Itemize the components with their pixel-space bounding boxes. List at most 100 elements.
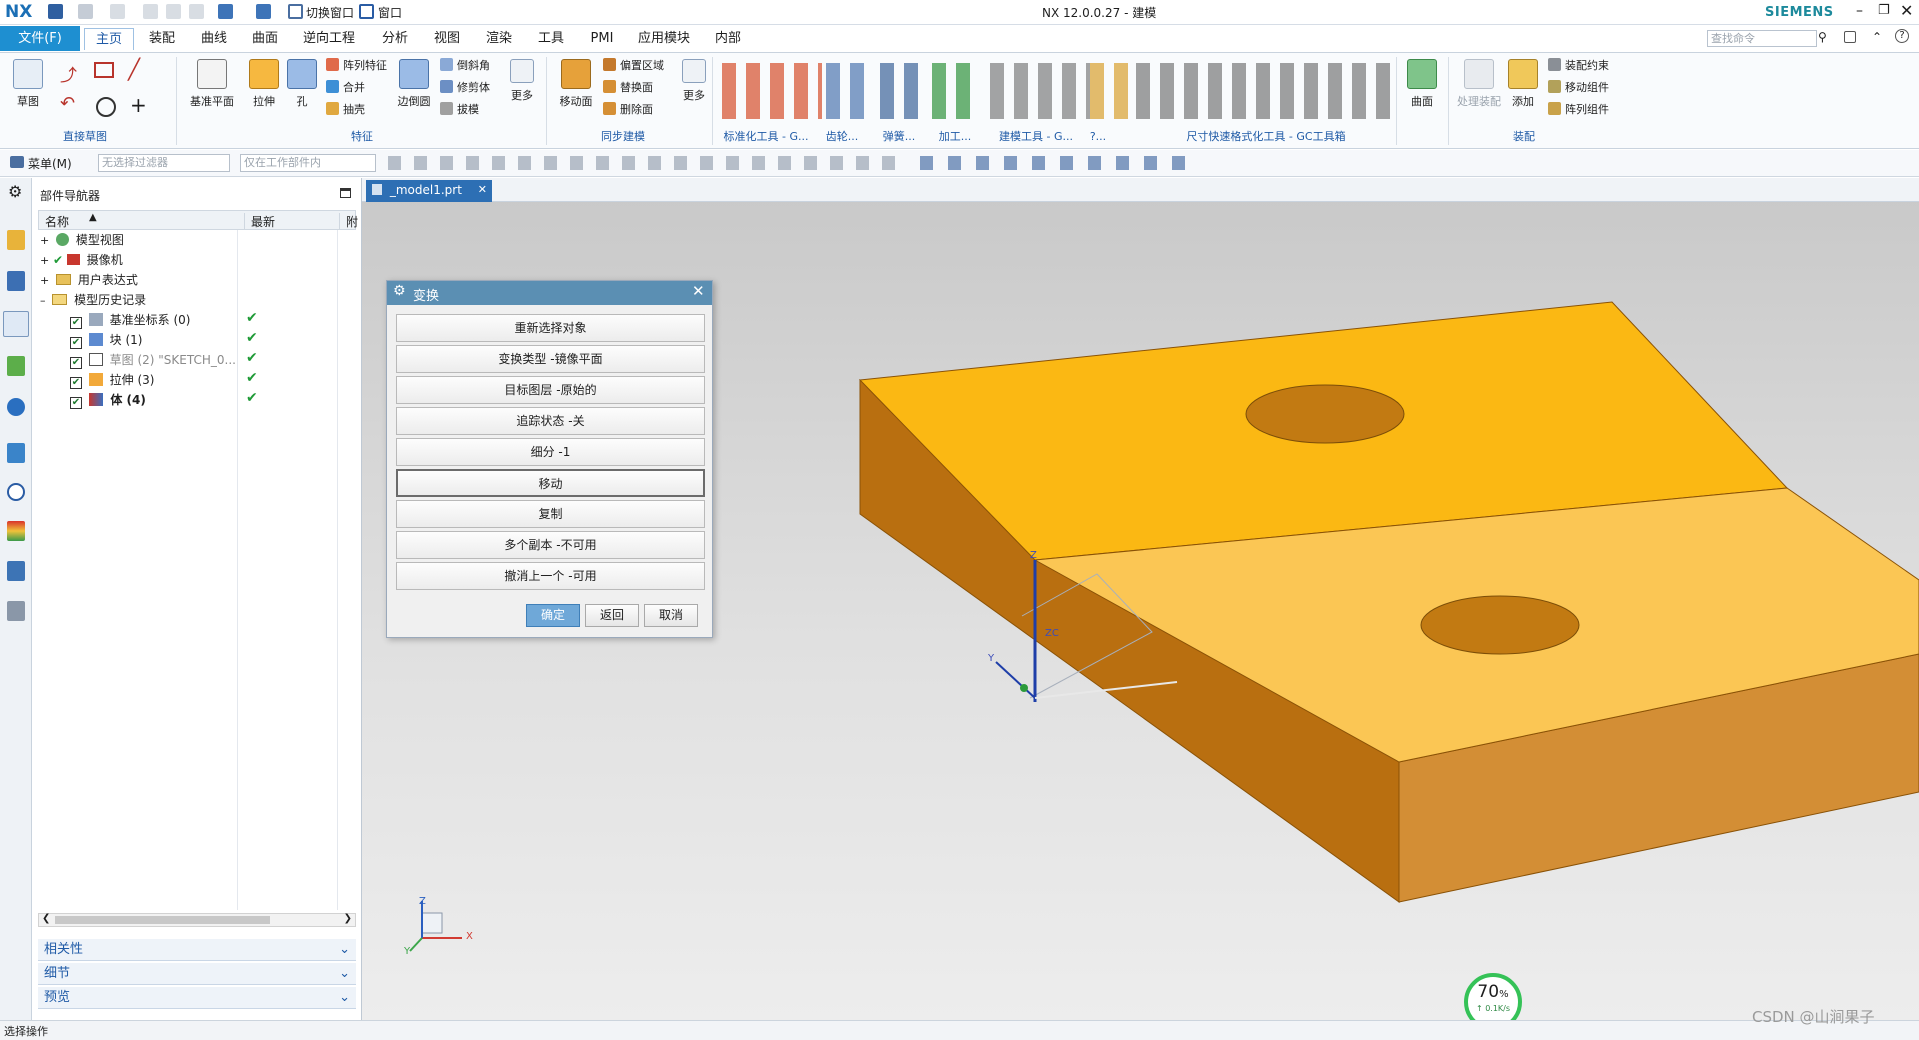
delete-face-button[interactable]: 删除面: [603, 101, 653, 119]
draft-button[interactable]: 拔模: [440, 101, 479, 119]
document-tab[interactable]: _model1.prt ✕: [366, 180, 492, 202]
view-tools[interactable]: [920, 156, 1190, 170]
datum-plane-button[interactable]: 基准平面: [184, 59, 240, 109]
column-latest-header[interactable]: 最新: [244, 213, 275, 230]
assembly-navigator-icon[interactable]: [7, 230, 25, 250]
machining-tools-icons[interactable]: [932, 63, 980, 119]
snap-point-tools[interactable]: [388, 156, 908, 170]
help-icon[interactable]: ?: [1895, 29, 1909, 43]
process-studio-icon[interactable]: [7, 561, 25, 581]
tab-view[interactable]: 视图: [425, 28, 469, 50]
offset-region-button[interactable]: 偏置区域: [603, 57, 664, 75]
tab-reverse-engineering[interactable]: 逆向工程: [296, 28, 362, 50]
navigator-scrollbar[interactable]: ❮ ❯: [38, 913, 356, 927]
command-search-input[interactable]: 查找命令: [1707, 30, 1817, 47]
tab-curve[interactable]: 曲线: [192, 28, 236, 50]
checkbox-checked-icon[interactable]: ✔: [70, 317, 82, 329]
group-spring[interactable]: 弹簧...: [874, 128, 924, 146]
cut-icon[interactable]: [143, 4, 158, 19]
settings-icon[interactable]: ⚙: [8, 182, 22, 201]
sketch-line2-icon[interactable]: ╱: [128, 57, 140, 81]
pattern-component-button[interactable]: 阵列组件: [1548, 101, 1609, 119]
move-face-button[interactable]: 移动面: [553, 59, 599, 109]
tab-internal[interactable]: 内部: [706, 28, 750, 50]
undo-icon[interactable]: [78, 4, 93, 19]
group-dimension-tools[interactable]: 尺寸快速格式化工具 - GC工具箱: [1136, 128, 1396, 146]
tab-surface[interactable]: 曲面: [243, 28, 287, 50]
sketch-point-icon[interactable]: +: [130, 93, 147, 117]
assembly-constraint-button[interactable]: 装配约束: [1548, 57, 1609, 75]
search-icon[interactable]: ⚲: [1818, 30, 1827, 44]
chamfer-button[interactable]: 倒斜角: [440, 57, 490, 75]
hole-feature[interactable]: [1420, 595, 1580, 655]
dimension-tools-icons[interactable]: [1136, 63, 1394, 119]
expand-icon[interactable]: +: [40, 254, 49, 267]
checkbox-checked-icon[interactable]: ✔: [70, 397, 82, 409]
group-standard-tools[interactable]: 标准化工具 - G...: [716, 128, 816, 146]
repeat-command-icon[interactable]: [218, 4, 233, 19]
move-button[interactable]: 移动: [396, 469, 705, 497]
column-extra-header[interactable]: 附: [339, 213, 358, 230]
web-browser-icon[interactable]: [7, 443, 25, 463]
tree-row[interactable]: – 模型历史记录: [40, 290, 146, 310]
dialog-title-bar[interactable]: ⚙ 变换 ✕: [387, 281, 712, 305]
edge-blend-button[interactable]: 边倒圆: [392, 59, 436, 109]
tree-row[interactable]: ✔ 块 (1): [70, 330, 142, 350]
tab-analysis[interactable]: 分析: [373, 28, 417, 50]
surface-button[interactable]: 曲面: [1402, 59, 1442, 109]
type-filter-dropdown[interactable]: 无选择过滤器: [98, 154, 230, 172]
hd3d-tools-icon[interactable]: [7, 398, 25, 416]
tab-application[interactable]: 应用模块: [631, 28, 697, 50]
menu-button[interactable]: 菜单(M): [28, 155, 72, 172]
tab-render[interactable]: 渲染: [477, 28, 521, 50]
collapse-icon[interactable]: –: [40, 294, 46, 307]
scroll-right-icon[interactable]: ❯: [344, 913, 352, 924]
close-icon[interactable]: ✕: [1900, 1, 1913, 20]
transform-type-button[interactable]: 变换类型 -镜像平面: [396, 345, 705, 373]
reuse-library-icon[interactable]: [7, 356, 25, 376]
touch-mode-icon[interactable]: [256, 4, 271, 19]
copy-button[interactable]: 复制: [396, 500, 705, 528]
column-name-header[interactable]: 名称: [45, 213, 69, 230]
paste-icon[interactable]: [189, 4, 204, 19]
system-materials-icon[interactable]: [7, 521, 25, 541]
pattern-feature-button[interactable]: 阵列特征: [326, 57, 387, 75]
hole-button[interactable]: 孔: [284, 59, 320, 109]
misc-tools-icons[interactable]: [1090, 63, 1130, 119]
target-layer-button[interactable]: 目标图层 -原始的: [396, 376, 705, 404]
ok-button[interactable]: 确定: [526, 604, 580, 627]
cancel-button[interactable]: 取消: [644, 604, 698, 627]
add-component-button[interactable]: 添加: [1508, 59, 1538, 109]
hole-feature[interactable]: [1245, 384, 1405, 444]
group-modeling-tools[interactable]: 建模工具 - G...: [986, 128, 1086, 146]
trim-body-button[interactable]: 修剪体: [440, 79, 490, 97]
save-icon[interactable]: [48, 4, 63, 19]
group-machining[interactable]: 加工...: [930, 128, 980, 146]
checkbox-checked-icon[interactable]: ✔: [70, 337, 82, 349]
dialog-close-icon[interactable]: ✕: [692, 282, 705, 300]
gear-tools-icons[interactable]: [826, 63, 870, 119]
roles-icon[interactable]: [7, 601, 25, 621]
window-menu-button[interactable]: 窗口: [378, 4, 402, 21]
sketch-arc-icon[interactable]: ↶: [60, 93, 75, 114]
group-gear[interactable]: 齿轮...: [820, 128, 864, 146]
switch-window-button[interactable]: 切换窗口: [306, 4, 354, 21]
tab-tools[interactable]: 工具: [529, 28, 573, 50]
unite-button[interactable]: 合并: [326, 79, 365, 97]
move-component-button[interactable]: 移动组件: [1548, 79, 1609, 97]
part-navigator-icon[interactable]: [3, 311, 29, 337]
sketch-button[interactable]: 草图: [6, 59, 50, 109]
checkbox-checked-icon[interactable]: ✔: [70, 357, 82, 369]
more-feature-button[interactable]: 更多: [504, 59, 540, 103]
close-tab-icon[interactable]: ✕: [478, 180, 487, 200]
tree-row[interactable]: ✔ 体 (4): [70, 390, 146, 410]
tree-row[interactable]: + ✔ 摄像机: [40, 250, 123, 270]
subdivisions-button[interactable]: 细分 -1: [396, 438, 705, 466]
details-panel[interactable]: 细节 ⌄: [38, 963, 356, 985]
standard-tools-icons[interactable]: [722, 63, 822, 119]
sketch-circle-icon[interactable]: [96, 97, 116, 117]
ribbon-options-icon[interactable]: [1844, 31, 1856, 43]
history-icon[interactable]: [7, 483, 25, 501]
tab-home[interactable]: 主页: [84, 28, 134, 50]
minimize-icon[interactable]: –: [1856, 3, 1863, 19]
